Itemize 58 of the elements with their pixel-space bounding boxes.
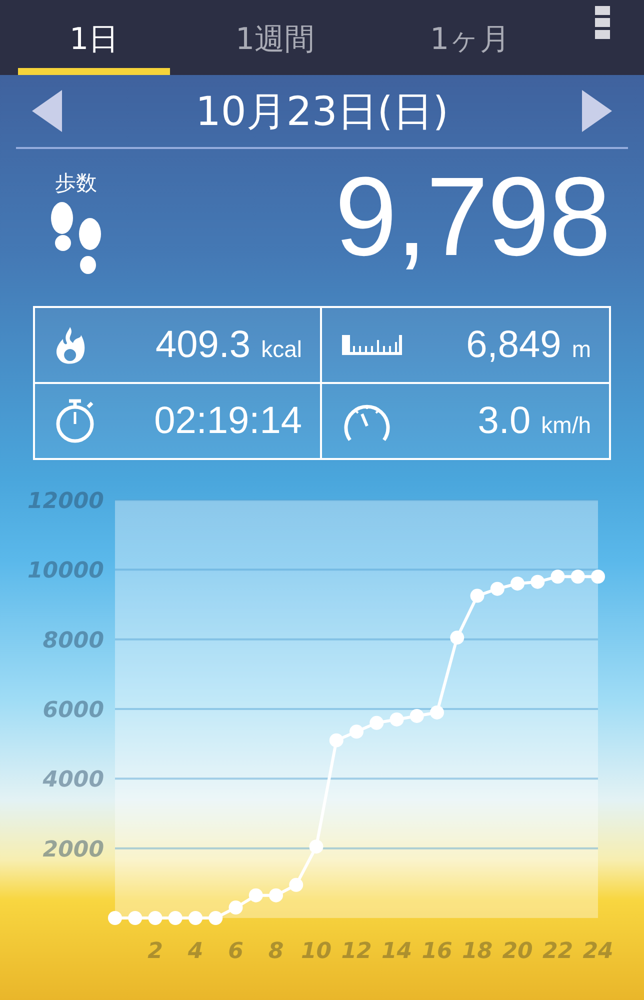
- x-tick-label: 16: [422, 939, 452, 964]
- data-point: [490, 582, 504, 596]
- data-point: [228, 900, 243, 915]
- y-tick-label: 4000: [42, 768, 104, 793]
- data-point: [370, 716, 384, 730]
- next-arrow-icon[interactable]: [580, 90, 612, 132]
- data-point: [329, 733, 344, 748]
- y-tick-label: 12000: [27, 489, 104, 514]
- data-point: [168, 911, 182, 925]
- stat-value: 6,849 m: [466, 324, 591, 366]
- stat-value: 02:19:14: [154, 400, 302, 442]
- footprints-icon: [48, 201, 104, 277]
- data-point: [530, 574, 545, 589]
- tab[interactable]: 1日: [18, 0, 170, 75]
- data-point: [550, 570, 565, 584]
- stat-value: 409.3 kcal: [155, 324, 302, 366]
- steps-label: 歩数: [55, 170, 97, 197]
- data-point: [570, 570, 585, 584]
- x-tick-label: 22: [542, 939, 574, 964]
- x-tick-label: 10: [300, 939, 332, 964]
- tab[interactable]: 1ヶ月: [380, 0, 560, 75]
- date-title: 10月23日(日): [195, 88, 448, 136]
- data-point: [128, 911, 142, 925]
- y-tick-label: 8000: [42, 628, 104, 654]
- data-point: [208, 911, 223, 925]
- y-tick-label: 10000: [27, 558, 104, 584]
- x-tick-label: 20: [502, 939, 533, 964]
- data-point: [390, 712, 404, 726]
- previous-arrow-icon[interactable]: [32, 90, 64, 132]
- y-tick-label: 2000: [42, 837, 104, 862]
- x-tick-label: 4: [188, 939, 204, 964]
- data-point: [350, 724, 364, 739]
- data-point: [188, 911, 202, 925]
- data-point: [148, 911, 162, 925]
- data-point: [430, 705, 444, 720]
- x-tick-label: 2: [148, 939, 163, 964]
- data-point: [450, 630, 464, 645]
- data-point: [591, 570, 605, 584]
- x-tick-label: 6: [228, 939, 244, 964]
- data-point: [309, 840, 324, 854]
- data-point: [470, 588, 484, 603]
- x-tick-label: 24: [582, 939, 614, 964]
- tab[interactable]: 1週間: [170, 0, 380, 75]
- menu-icon[interactable]: [594, 6, 610, 39]
- x-tick-label: 12: [341, 939, 372, 964]
- stat-value: 3.0 km/h: [478, 400, 591, 442]
- x-tick-label: 14: [381, 939, 412, 964]
- data-point: [269, 888, 283, 902]
- y-tick-label: 6000: [42, 698, 104, 723]
- data-point: [410, 708, 424, 723]
- x-tick-label: 8: [268, 939, 284, 964]
- step-count: 9,798: [334, 161, 610, 281]
- x-tick-label: 18: [462, 939, 493, 964]
- data-point: [248, 888, 263, 902]
- data-point: [289, 878, 304, 892]
- data-point: [510, 576, 524, 591]
- ruler-icon: [340, 333, 404, 357]
- data-point: [108, 911, 122, 925]
